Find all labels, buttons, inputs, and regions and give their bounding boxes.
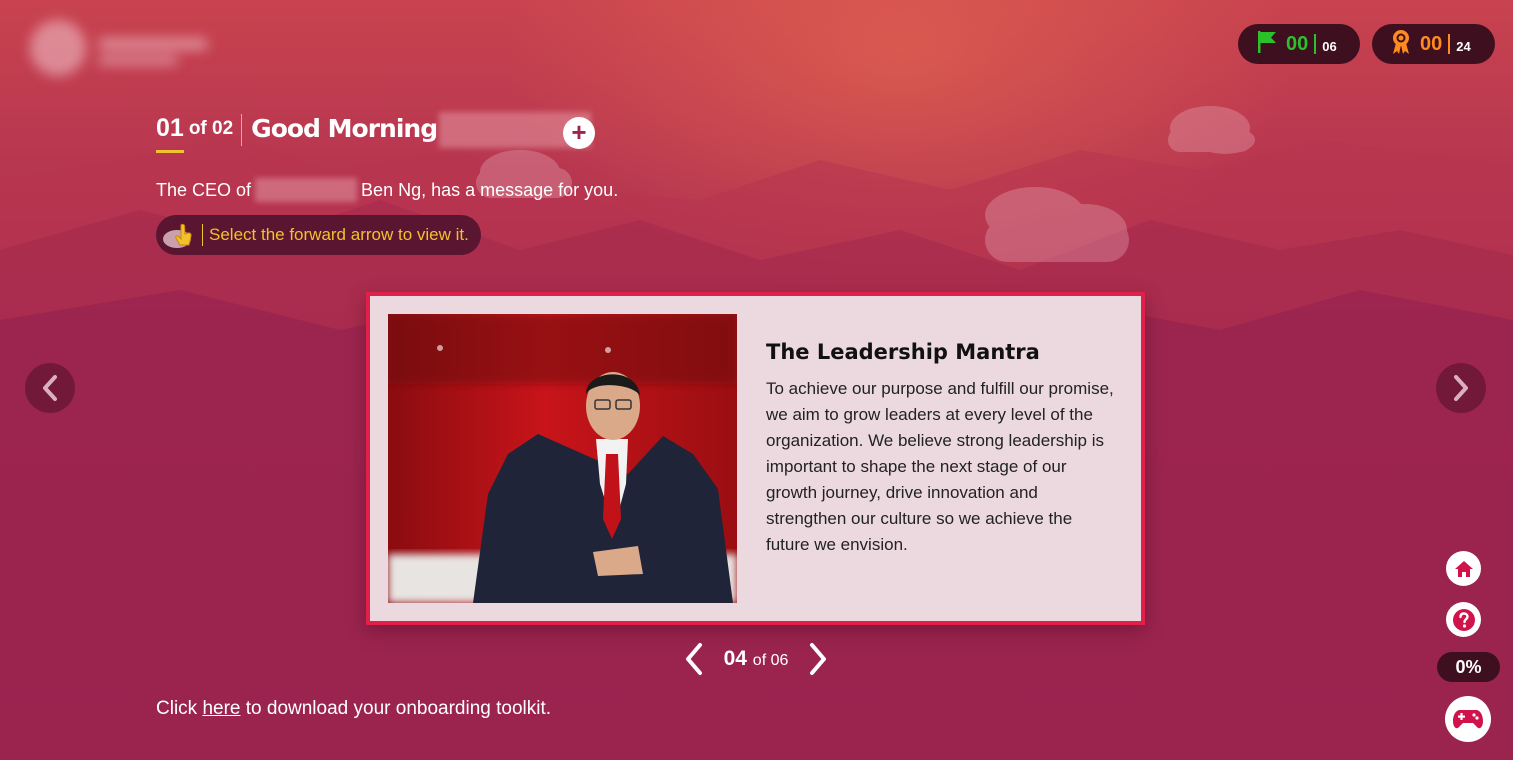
hint-text: Select the forward arrow to view it.	[209, 225, 469, 244]
ceo-prefix: The CEO of	[156, 179, 252, 200]
flags-total: 06	[1322, 38, 1337, 54]
step-current: 01	[156, 114, 184, 153]
pager-current: 04	[723, 647, 747, 670]
ceo-message-line: The CEO of Ben Ng, has a message for you…	[156, 178, 618, 202]
card-pager: 04 of 06	[676, 638, 836, 680]
home-button[interactable]	[1446, 551, 1481, 586]
award-ribbon-icon	[1390, 29, 1412, 60]
download-suffix: to download your onboarding toolkit.	[245, 698, 552, 719]
download-toolkit-link[interactable]: here	[202, 698, 240, 719]
question-icon	[1452, 608, 1475, 631]
next-section-button[interactable]	[1436, 363, 1486, 413]
badges-current: 00	[1420, 32, 1443, 55]
tap-hand-icon	[162, 220, 200, 250]
prev-section-button[interactable]	[25, 363, 75, 413]
chevron-right-icon	[809, 643, 826, 675]
flags-current: 00	[1286, 32, 1309, 55]
pager-prev-button[interactable]	[676, 638, 712, 680]
progress-percent: 0%	[1437, 652, 1500, 682]
pager-count: 04 of 06	[724, 647, 789, 671]
ceo-suffix: Ben Ng, has a message for you.	[361, 179, 619, 200]
badges-total: 24	[1456, 38, 1471, 54]
flags-counter: 00 06	[1238, 24, 1360, 64]
greeting-title: Good Morning	[251, 114, 438, 143]
pager-next-button[interactable]	[800, 638, 836, 680]
expand-plus-button[interactable]: +	[563, 117, 595, 149]
home-icon	[1454, 560, 1473, 577]
chevron-right-icon	[1454, 375, 1468, 401]
gamepad-icon	[1453, 710, 1483, 729]
badges-counter: 00 24	[1372, 24, 1495, 64]
card-title: The Leadership Mantra	[766, 340, 1040, 364]
chevron-left-icon	[43, 375, 57, 401]
chevron-left-icon	[686, 643, 702, 675]
flag-icon	[1256, 30, 1278, 59]
ceo-photo	[388, 314, 737, 603]
page-header: 01 of 02 Good Morning	[156, 112, 592, 154]
company-logo	[20, 10, 220, 82]
message-card: The Leadership Mantra To achieve our pur…	[366, 292, 1145, 625]
company-name-redacted	[255, 178, 358, 202]
pager-total: of 06	[752, 652, 789, 669]
card-body: To achieve our purpose and fulfill our p…	[766, 379, 1114, 554]
step-total: of 02	[188, 118, 234, 139]
game-button[interactable]	[1445, 696, 1491, 742]
download-toolkit-text: Click here to download your onboarding t…	[156, 698, 551, 720]
help-button[interactable]	[1446, 602, 1481, 637]
hint-banner: Select the forward arrow to view it.	[156, 215, 481, 255]
header-divider	[241, 114, 243, 146]
download-prefix: Click	[156, 698, 198, 719]
